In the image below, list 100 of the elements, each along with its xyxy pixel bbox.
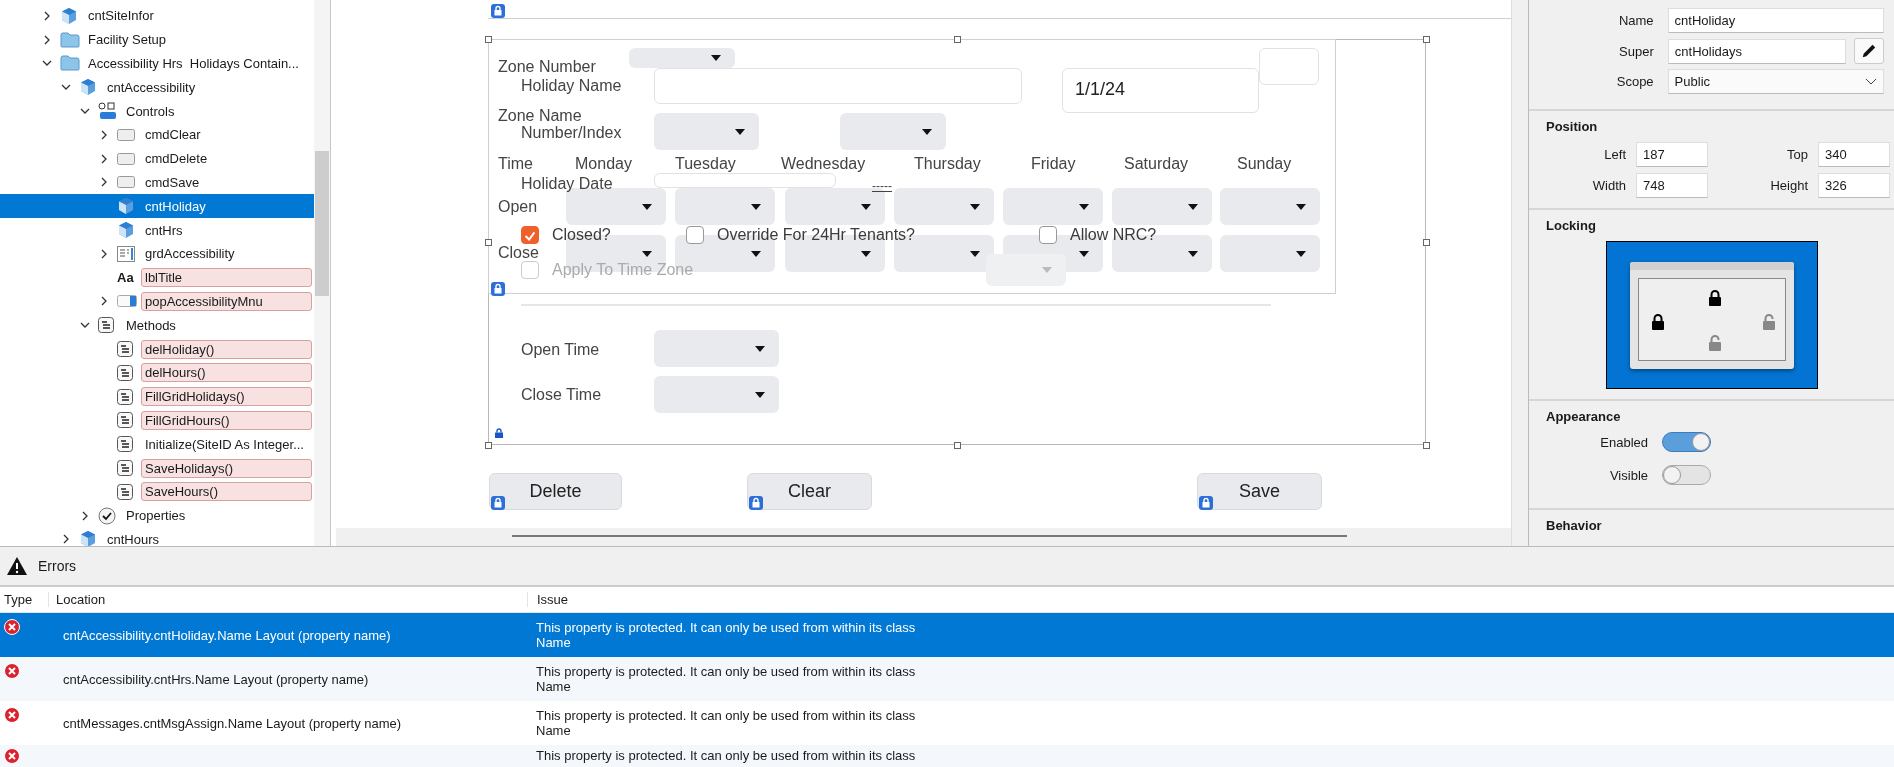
column-header[interactable]: Issue — [527, 592, 569, 607]
lock-icon — [1199, 496, 1213, 510]
tree-item[interactable]: cmdSave — [0, 170, 314, 195]
tree-item[interactable]: cntHours — [0, 527, 314, 546]
chevron-icon[interactable] — [99, 153, 109, 164]
input-field[interactable] — [1259, 48, 1319, 85]
tree-item[interactable]: FillGridHours() — [0, 408, 314, 433]
toggle-label: Visible — [1608, 467, 1648, 483]
tree-item[interactable]: cntSiteInfor — [0, 4, 314, 28]
tree-item[interactable]: cntHrs — [0, 218, 314, 242]
tree-item[interactable]: Controls — [0, 99, 314, 123]
method-icon — [117, 388, 133, 405]
chevron-icon[interactable] — [99, 296, 109, 307]
tree-item[interactable]: FillGridHolidays() — [0, 384, 314, 409]
chevron-icon[interactable] — [42, 10, 52, 21]
tree-item[interactable]: Methods — [0, 313, 314, 338]
tree-item[interactable]: SaveHours() — [0, 479, 314, 504]
field-label: Close Time — [521, 386, 602, 404]
tree-item[interactable]: Properties — [0, 503, 314, 528]
tree-item[interactable]: cmdDelete — [0, 146, 314, 171]
edit-button[interactable] — [1854, 38, 1884, 64]
unlocked-icon[interactable] — [1761, 314, 1776, 331]
tree-item[interactable]: Accessibility Hrs Holidays Contain... — [0, 51, 314, 76]
lock-icon[interactable] — [1707, 289, 1722, 306]
item-label: cmdSave — [144, 173, 201, 192]
resize-handle[interactable] — [954, 442, 961, 449]
chevron-icon[interactable] — [61, 534, 71, 545]
resize-handle[interactable] — [485, 239, 492, 246]
number-field[interactable]: 748 — [1636, 173, 1708, 198]
lock-icon — [491, 496, 505, 510]
tree-item[interactable]: cmdClear — [0, 123, 314, 147]
error-row[interactable]: This property is protected. It can only be used from within its class — [0, 745, 1894, 767]
column-header: Thursday — [914, 155, 981, 173]
scrollbar-track[interactable] — [1511, 0, 1528, 546]
tree-item[interactable]: grdAccessibility — [0, 241, 314, 266]
tree-item[interactable]: Initialize(SiteID As Integer... — [0, 432, 314, 457]
lock-icon[interactable] — [1650, 314, 1665, 331]
holiday-name-field[interactable] — [654, 68, 1022, 104]
tree-item[interactable]: Aa lblTitle — [0, 265, 314, 290]
section-title: Appearance — [1546, 409, 1622, 424]
caret-icon — [1188, 203, 1198, 210]
caret-icon — [755, 345, 765, 352]
caret-icon — [922, 128, 932, 135]
error-detail: Name — [536, 635, 572, 650]
resize-handle[interactable] — [954, 36, 961, 43]
checkbox[interactable] — [521, 226, 539, 244]
item-label: cmdDelete — [144, 150, 209, 169]
error-message: This property is protected. It can only be used from within its class — [536, 708, 916, 723]
tree-item[interactable]: SaveHolidays() — [0, 456, 314, 480]
unlocked-icon[interactable] — [1707, 335, 1722, 352]
chevron-icon[interactable] — [99, 248, 109, 259]
column-header: Sunday — [1237, 155, 1292, 173]
caret-icon — [642, 203, 652, 210]
scope-dropdown[interactable]: Public — [1667, 69, 1884, 94]
cube-icon — [79, 78, 97, 97]
action-button[interactable]: Save — [1197, 473, 1322, 510]
section-title: Position — [1546, 119, 1599, 134]
toggle-switch[interactable] — [1662, 432, 1711, 452]
date-field[interactable]: 1/1/24 — [1062, 68, 1259, 113]
resize-handle[interactable] — [1423, 442, 1430, 449]
column-header[interactable]: Location — [48, 592, 527, 607]
resize-handle[interactable] — [1423, 239, 1430, 246]
scrollbar-thumb[interactable] — [315, 151, 329, 296]
tree-item[interactable]: cntHoliday — [0, 194, 314, 219]
chevron-icon[interactable] — [80, 510, 90, 521]
tree-item[interactable]: delHoliday() — [0, 337, 314, 361]
number-field[interactable]: 326 — [1818, 173, 1890, 198]
column-header[interactable]: Type — [0, 592, 48, 607]
tree-item[interactable]: popAccessibilityMnu — [0, 289, 314, 314]
caret-icon — [970, 250, 980, 257]
checkbox[interactable] — [686, 226, 704, 244]
number-field[interactable]: 187 — [1636, 142, 1708, 167]
checkbox[interactable] — [1039, 226, 1057, 244]
tree-item[interactable]: delHours() — [0, 360, 314, 385]
lock-icon — [749, 496, 763, 510]
resize-handle[interactable] — [485, 442, 492, 449]
chevron-icon[interactable] — [42, 34, 52, 45]
resize-handle[interactable] — [485, 36, 492, 43]
item-label: Accessibility Hrs Holidays Contain... — [87, 55, 300, 73]
chevron-icon[interactable] — [99, 177, 109, 188]
field-label: Height — [1769, 178, 1808, 193]
toggle-switch[interactable] — [1662, 465, 1711, 485]
error-row[interactable]: cntAccessibility.cntHrs.Name Layout (property name) This property is protected. It can only be used from within its class Name — [0, 657, 1894, 701]
item-label: Controls — [125, 102, 176, 121]
item-label: delHoliday() — [141, 339, 312, 359]
cube-icon — [117, 221, 135, 240]
resize-handle[interactable] — [1423, 36, 1430, 43]
super-field[interactable]: cntHolidays — [1667, 38, 1846, 64]
item-label: cntHrs — [144, 221, 184, 240]
name-field[interactable]: cntHoliday — [1667, 8, 1884, 33]
number-field[interactable]: 340 — [1818, 142, 1890, 167]
tree-item[interactable]: cntAccessibility — [0, 75, 314, 100]
action-button[interactable]: Delete — [489, 473, 622, 510]
method-icon — [98, 317, 114, 334]
chevron-icon[interactable] — [99, 129, 109, 140]
tree-item[interactable]: Facility Setup — [0, 27, 314, 52]
error-row[interactable]: cntAccessibility.cntHoliday.Name Layout (property name) This property is protected. It can only be used from within its class Name — [0, 613, 1894, 657]
holiday-date-field[interactable] — [654, 173, 836, 188]
action-button[interactable]: Clear — [747, 473, 872, 510]
caret-icon — [755, 391, 765, 398]
